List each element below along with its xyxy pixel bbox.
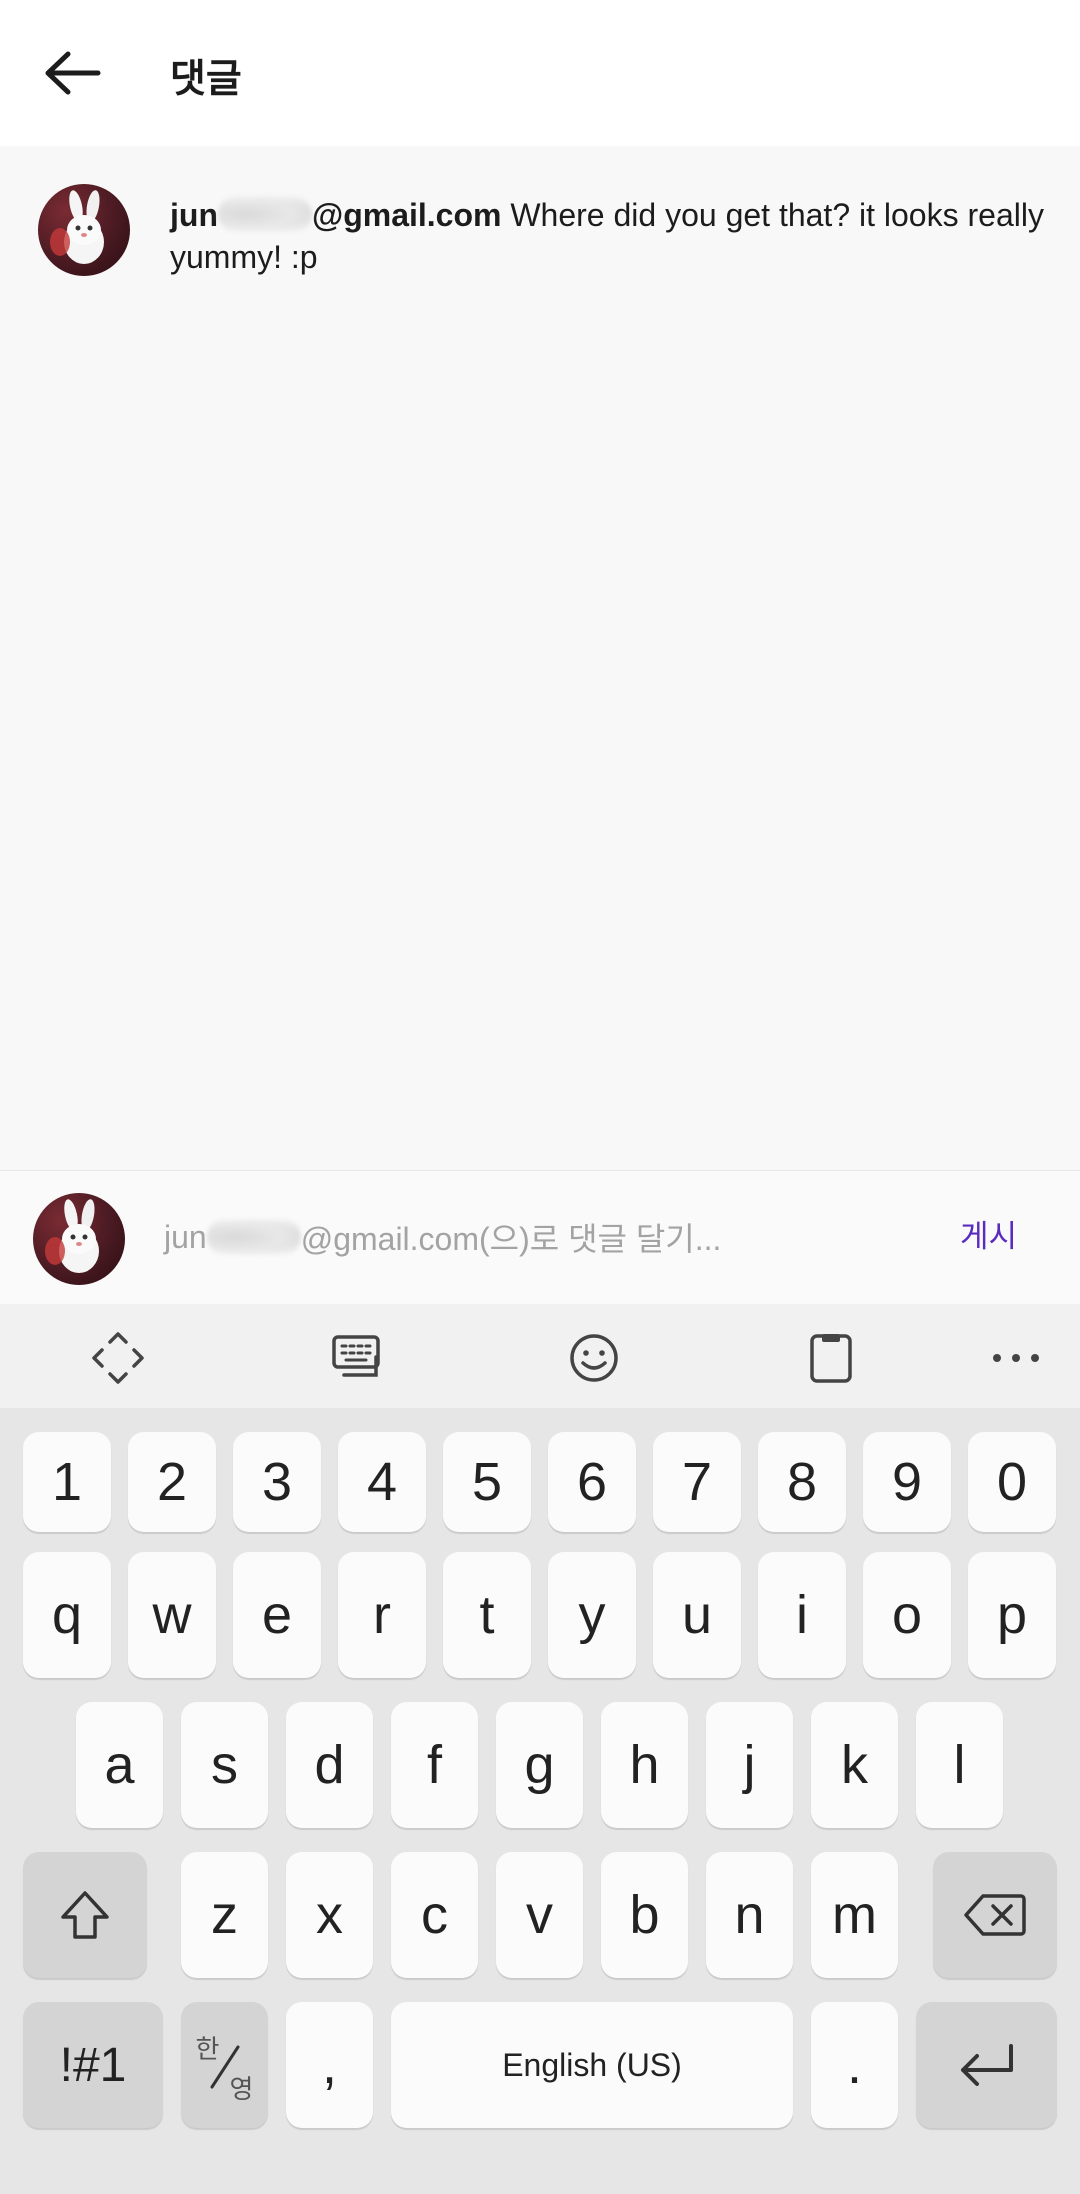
key-7[interactable]: 7	[653, 1432, 741, 1532]
avatar[interactable]	[38, 184, 130, 276]
symbols-key[interactable]: !#1	[23, 2002, 163, 2128]
my-avatar	[33, 1193, 125, 1285]
shift-key[interactable]	[23, 1852, 147, 1978]
key-m[interactable]: m	[811, 1852, 898, 1978]
comment-author[interactable]: jun @gmail.com	[170, 196, 502, 233]
key-8[interactable]: 8	[758, 1432, 846, 1532]
comment-input[interactable]: jun @gmail.com(으)로 댓글 달기...	[164, 1205, 924, 1269]
post-button[interactable]: 게시	[960, 1211, 1017, 1256]
key-d[interactable]: d	[286, 1702, 373, 1828]
key-x[interactable]: x	[286, 1852, 373, 1978]
enter-key[interactable]	[916, 2002, 1057, 2128]
key-6[interactable]: 6	[548, 1432, 636, 1532]
key-2[interactable]: 2	[128, 1432, 216, 1532]
bunny-avatar-icon	[45, 1199, 99, 1273]
redacted-blur	[217, 196, 312, 232]
redacted-blur	[206, 1219, 301, 1255]
key-b[interactable]: b	[601, 1852, 688, 1978]
space-key[interactable]: English (US)	[391, 2002, 793, 2128]
key-g[interactable]: g	[496, 1702, 583, 1828]
key-q[interactable]: q	[23, 1552, 111, 1678]
key-3[interactable]: 3	[233, 1432, 321, 1532]
comment-body: jun @gmail.com Where did you get that? it…	[170, 194, 1050, 278]
key-c[interactable]: c	[391, 1852, 478, 1978]
period-key[interactable]: .	[811, 2002, 898, 2128]
placeholder-suffix: @gmail.com(으)로 댓글 달기...	[300, 1221, 722, 1257]
key-l[interactable]: l	[916, 1702, 1003, 1828]
key-w[interactable]: w	[128, 1552, 216, 1678]
more-icon[interactable]	[986, 1328, 1046, 1388]
keyboard-keys: 1 2 3 4 5 6 7 8 9 0 q w e r t y u i o p …	[0, 1408, 1080, 2194]
key-4[interactable]: 4	[338, 1432, 426, 1532]
key-h[interactable]: h	[601, 1702, 688, 1828]
key-a[interactable]: a	[76, 1702, 163, 1828]
keyboard-icon[interactable]	[327, 1328, 387, 1388]
enter-icon	[960, 2044, 1013, 2086]
move-icon[interactable]	[88, 1328, 148, 1388]
key-e[interactable]: e	[233, 1552, 321, 1678]
language-switch-key[interactable]: 한 영	[181, 2002, 268, 2128]
key-f[interactable]: f	[391, 1702, 478, 1828]
author-prefix: jun	[170, 197, 218, 233]
key-v[interactable]: v	[496, 1852, 583, 1978]
app-header: 댓글	[0, 0, 1080, 146]
key-t[interactable]: t	[443, 1552, 531, 1678]
key-y[interactable]: y	[548, 1552, 636, 1678]
key-u[interactable]: u	[653, 1552, 741, 1678]
key-n[interactable]: n	[706, 1852, 793, 1978]
bunny-avatar-icon	[50, 190, 104, 264]
key-z[interactable]: z	[181, 1852, 268, 1978]
back-arrow-icon[interactable]	[44, 50, 102, 96]
backspace-icon	[964, 1894, 1026, 1936]
comment-input-bar: jun @gmail.com(으)로 댓글 달기... 게시	[0, 1170, 1080, 1305]
key-o[interactable]: o	[863, 1552, 951, 1678]
author-suffix: @gmail.com	[311, 197, 502, 233]
key-r[interactable]: r	[338, 1552, 426, 1678]
keyboard-toolbar	[0, 1304, 1080, 1408]
placeholder-prefix: jun	[164, 1218, 207, 1255]
key-5[interactable]: 5	[443, 1432, 531, 1532]
key-0[interactable]: 0	[968, 1432, 1056, 1532]
shift-arrow-icon	[61, 1891, 109, 1939]
keyboard: 1 2 3 4 5 6 7 8 9 0 q w e r t y u i o p …	[0, 1304, 1080, 2194]
backspace-key[interactable]	[933, 1852, 1057, 1978]
key-p[interactable]: p	[968, 1552, 1056, 1678]
key-9[interactable]: 9	[863, 1432, 951, 1532]
lang-bottom-label: 영	[229, 2074, 254, 2104]
comma-key[interactable]: ,	[286, 2002, 373, 2128]
key-k[interactable]: k	[811, 1702, 898, 1828]
key-i[interactable]: i	[758, 1552, 846, 1678]
page-title: 댓글	[170, 58, 242, 101]
key-s[interactable]: s	[181, 1702, 268, 1828]
clipboard-icon[interactable]	[801, 1328, 861, 1388]
key-1[interactable]: 1	[23, 1432, 111, 1532]
key-j[interactable]: j	[706, 1702, 793, 1828]
emoji-icon[interactable]	[564, 1328, 624, 1388]
comment-list[interactable]: jun @gmail.com Where did you get that? it…	[0, 146, 1080, 1170]
